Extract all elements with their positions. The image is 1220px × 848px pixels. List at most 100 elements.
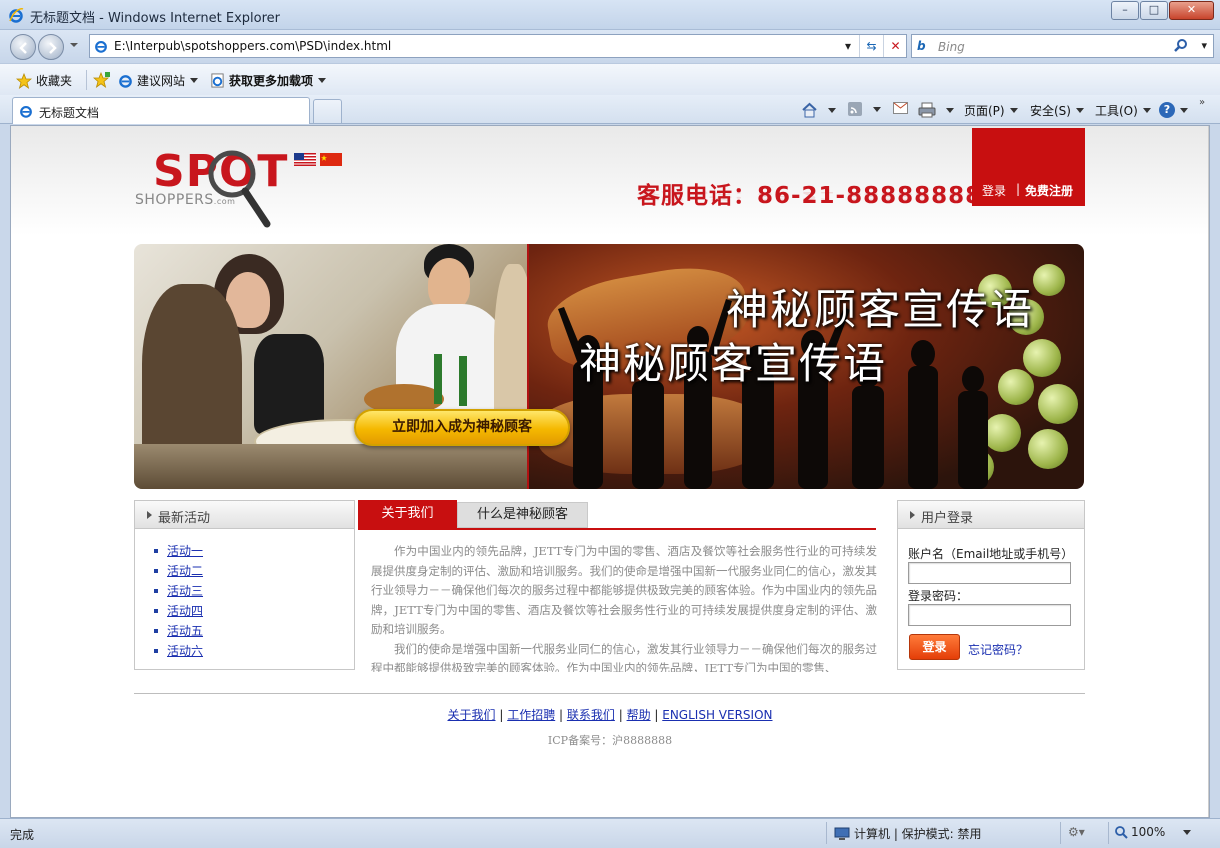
footer-link-about[interactable]: 关于我们 — [448, 708, 496, 722]
header-register-link[interactable]: 免费注册 — [1025, 182, 1073, 199]
address-dropdown-icon[interactable]: ▾ — [836, 35, 860, 57]
history-dropdown-icon[interactable] — [70, 43, 78, 47]
icp-record: ICP备案号：沪8888888 — [547, 734, 673, 747]
forward-arrow-icon — [49, 42, 57, 54]
hero-banner: 神秘顾客宣传语 神秘顾客宣传语 立即加入成为神秘顾客 — [134, 244, 1084, 489]
feeds-dropdown-icon — [873, 106, 881, 112]
maximize-icon: □ — [1148, 3, 1160, 16]
close-button[interactable]: ✕ — [1169, 1, 1214, 20]
footer-link-english[interactable]: ENGLISH VERSION — [662, 708, 772, 722]
footer-link-contact[interactable]: 联系我们 — [567, 708, 615, 722]
favorites-button[interactable]: 收藏夹 — [16, 72, 72, 89]
activity-link[interactable]: 活动二 — [167, 564, 203, 578]
protected-mode-icon[interactable]: ⚙▾ — [1068, 825, 1085, 839]
feeds-button[interactable] — [848, 102, 881, 116]
tab-about-us[interactable]: 关于我们 — [358, 500, 457, 528]
status-separator — [826, 822, 827, 844]
address-url[interactable]: E:\Interpub\spotshoppers.com\PSD\index.h… — [114, 39, 391, 53]
password-input[interactable] — [908, 604, 1071, 626]
forgot-password-link[interactable]: 忘记密码？ — [968, 641, 1028, 658]
page-menu-dropdown-icon — [1009, 108, 1018, 113]
magnifier-logo-icon — [208, 150, 271, 228]
tab-what-is-mystery-shopper[interactable]: 什么是神秘顾客 — [457, 502, 588, 528]
list-item: 活动六 — [135, 642, 354, 662]
tab-active-page[interactable]: 无标题文档 — [12, 97, 310, 124]
chevron-more-icon[interactable]: » — [1199, 97, 1205, 108]
new-tab-button[interactable] — [313, 99, 342, 123]
about-content: 作为中国业内的领先品牌，JETT专门为中国的零售、酒店及餐饮等社会服务性行业的可… — [371, 542, 877, 672]
back-button[interactable] — [10, 34, 36, 60]
footer-divider — [134, 693, 1085, 694]
footer-link-jobs[interactable]: 工作招聘 — [507, 708, 555, 722]
activity-link[interactable]: 活动四 — [167, 604, 203, 618]
list-item: 活动三 — [135, 582, 354, 602]
footer-link-help[interactable]: 帮助 — [627, 708, 651, 722]
banner-slogan-2: 神秘顾客宣传语 — [579, 339, 888, 388]
logo-shoppers-text: SHOPPERS.com — [135, 192, 236, 208]
us-flag-icon[interactable] — [294, 153, 316, 166]
navigation-bar: E:\Interpub\spotshoppers.com\PSD\index.h… — [0, 30, 1220, 63]
china-flag-icon[interactable] — [320, 153, 342, 166]
forward-button[interactable] — [38, 34, 64, 60]
activities-list: 活动一 活动二 活动三 活动四 活动五 活动六 — [135, 542, 354, 662]
password-label: 登录密码： — [908, 589, 969, 603]
login-button[interactable]: 登录 — [909, 634, 960, 660]
refresh-icon[interactable]: ⇆ — [859, 35, 883, 57]
computer-icon — [834, 827, 850, 840]
header-auth-box: 登录 | 免费注册 — [972, 128, 1085, 206]
home-icon — [802, 102, 817, 118]
header-auth-separator: | — [1016, 182, 1021, 196]
tools-menu[interactable]: 工具(O) — [1095, 102, 1151, 119]
viewport-edge — [1208, 126, 1209, 817]
get-addons-button[interactable]: 获取更多加载项 — [210, 72, 327, 89]
page-menu[interactable]: 页面(P) — [964, 102, 1018, 119]
zoom-control[interactable]: 100% — [1114, 825, 1192, 839]
address-bar[interactable]: E:\Interpub\spotshoppers.com\PSD\index.h… — [89, 34, 907, 58]
footer-links: 关于我们 | 工作招聘 | 联系我们 | 帮助 | ENGLISH VERSIO… — [447, 708, 773, 722]
favorites-separator — [86, 70, 87, 90]
account-input[interactable] — [908, 562, 1071, 584]
user-login-panel: 用户登录 账户名（Email地址或手机号） 登录密码： 登录 忘记密码？ — [897, 500, 1085, 670]
search-dropdown-icon[interactable]: ▾ — [1201, 39, 1207, 52]
minimize-button[interactable]: – — [1111, 1, 1139, 20]
security-zone[interactable]: 计算机 | 保护模式: 禁用 — [834, 825, 982, 842]
activity-link[interactable]: 活动三 — [167, 584, 203, 598]
status-text: 完成 — [10, 828, 35, 842]
zoom-icon — [1115, 826, 1128, 839]
join-mystery-shopper-button[interactable]: 立即加入成为神秘顾客 — [354, 409, 570, 446]
header-login-link[interactable]: 登录 — [982, 182, 1006, 199]
site-logo[interactable]: SPOT SHOPPERS.com — [133, 144, 287, 234]
activity-link[interactable]: 活动五 — [167, 624, 203, 638]
window-title: 无标题文档 - Windows Internet Explorer — [30, 11, 280, 26]
search-box[interactable]: b Bing ▾ — [911, 34, 1214, 58]
favorites-star-icon — [16, 72, 32, 89]
help-icon: ? — [1159, 102, 1175, 118]
suggested-sites-ie-icon — [119, 75, 132, 88]
safety-menu[interactable]: 安全(S) — [1030, 102, 1084, 119]
help-dropdown-icon — [1180, 107, 1188, 113]
favorites-bar: 收藏夹 建议网站 获取更多加载项 — [0, 63, 1220, 95]
maximize-button[interactable]: □ — [1140, 1, 1168, 20]
stop-icon[interactable]: ✕ — [883, 35, 907, 57]
safety-menu-dropdown-icon — [1075, 108, 1084, 113]
mail-icon — [893, 102, 908, 114]
list-item: 活动一 — [135, 542, 354, 562]
suggested-sites-button[interactable]: 建议网站 — [118, 72, 199, 89]
about-tabs: 关于我们 什么是神秘顾客 — [358, 500, 876, 530]
account-label: 账户名（Email地址或手机号） — [908, 547, 1074, 561]
activity-link[interactable]: 活动一 — [167, 544, 203, 558]
add-favorite-button[interactable] — [93, 71, 115, 89]
favorites-label: 收藏夹 — [36, 74, 73, 88]
search-icon[interactable] — [1173, 38, 1189, 54]
home-button[interactable] — [801, 102, 836, 118]
activity-link[interactable]: 活动六 — [167, 644, 203, 658]
about-paragraph-1: 作为中国业内的领先品牌，JETT专门为中国的零售、酒店及餐饮等社会服务性行业的可… — [371, 544, 877, 636]
help-menu[interactable]: ? — [1159, 102, 1188, 118]
mail-button[interactable] — [893, 102, 910, 114]
page-viewport: SPOT SHOPPERS.com 客服电话：86-21-88888888 客服… — [10, 125, 1210, 818]
search-placeholder[interactable]: Bing — [938, 40, 965, 54]
tools-menu-dropdown-icon — [1142, 108, 1151, 113]
status-separator — [1108, 822, 1109, 844]
print-button[interactable] — [918, 102, 954, 118]
status-bar: 完成 计算机 | 保护模式: 禁用 ⚙▾ 100% — [0, 818, 1220, 848]
